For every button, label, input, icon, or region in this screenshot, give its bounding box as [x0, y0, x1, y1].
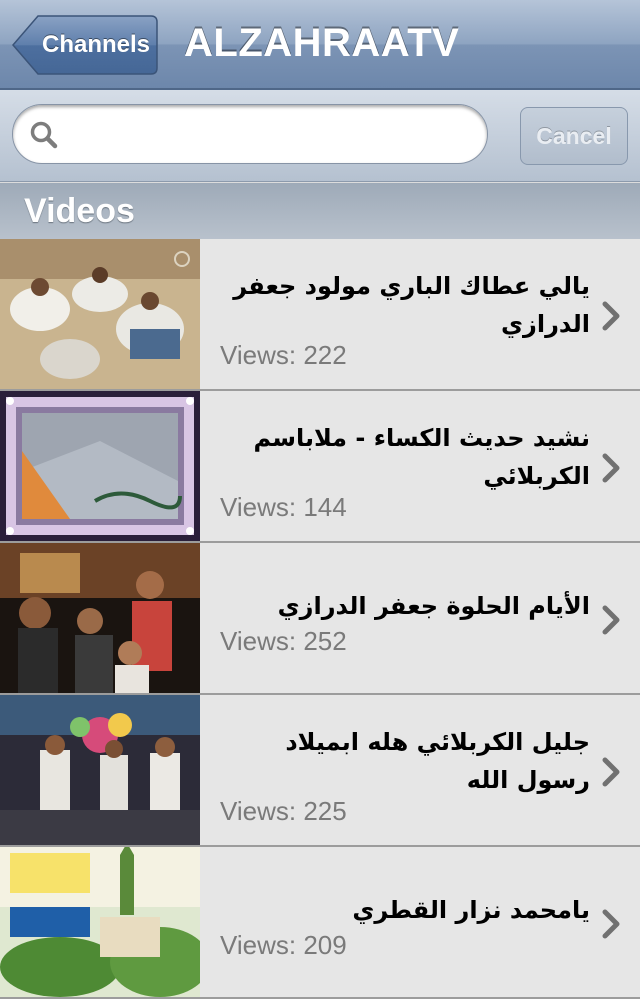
page-title: ALZAHRAATV [184, 21, 460, 65]
video-views: Views: 222 [220, 340, 347, 370]
video-title: يامحمد نزار القطري [352, 896, 590, 924]
section-header: Videos [0, 183, 640, 239]
video-title: يالي عطاك الباري مولود جعفر الدرازي [233, 272, 590, 338]
video-list: يالي عطاك الباري مولود جعفر الدرازي View… [0, 239, 640, 999]
video-thumbnail [0, 847, 200, 997]
video-views: Views: 225 [220, 796, 347, 826]
video-row[interactable]: يالي عطاك الباري مولود جعفر الدرازي View… [0, 239, 640, 391]
video-row[interactable]: نشيد حديث الكساء - ملاباسم الكربلائي Vie… [0, 391, 640, 543]
video-row[interactable]: جليل الكربلائي هله ابميلاد رسول الله Vie… [0, 695, 640, 847]
cancel-button[interactable]: Cancel [520, 107, 628, 165]
video-thumbnail [0, 391, 200, 541]
video-thumbnail [0, 239, 200, 389]
video-row[interactable]: يامحمد نزار القطري Views: 209 [0, 847, 640, 999]
navigation-bar: Channels ALZAHRAATV [0, 0, 640, 90]
search-input[interactable] [69, 115, 473, 155]
video-title: جليل الكربلائي هله ابميلاد رسول الله [285, 728, 590, 794]
back-button-label: Channels [41, 31, 151, 58]
video-views: Views: 144 [220, 492, 347, 522]
video-views: Views: 252 [220, 626, 347, 656]
video-views: Views: 209 [220, 930, 347, 960]
video-row[interactable]: الأيام الحلوة جعفر الدرازي Views: 252 [0, 543, 640, 695]
search-bar: Cancel [0, 90, 640, 182]
chevron-right-icon [602, 757, 620, 787]
section-title: Videos [24, 192, 135, 230]
chevron-right-icon [602, 605, 620, 635]
chevron-right-icon [602, 301, 620, 331]
search-icon [30, 121, 58, 149]
video-title: نشيد حديث الكساء - ملاباسم الكربلائي [253, 424, 590, 490]
chevron-right-icon [602, 453, 620, 483]
search-field[interactable] [12, 104, 488, 164]
video-title: الأيام الحلوة جعفر الدرازي [277, 592, 590, 620]
video-thumbnail [0, 695, 200, 845]
video-thumbnail [0, 543, 200, 693]
channels-back-button[interactable]: Channels [12, 15, 158, 75]
chevron-right-icon [602, 909, 620, 939]
